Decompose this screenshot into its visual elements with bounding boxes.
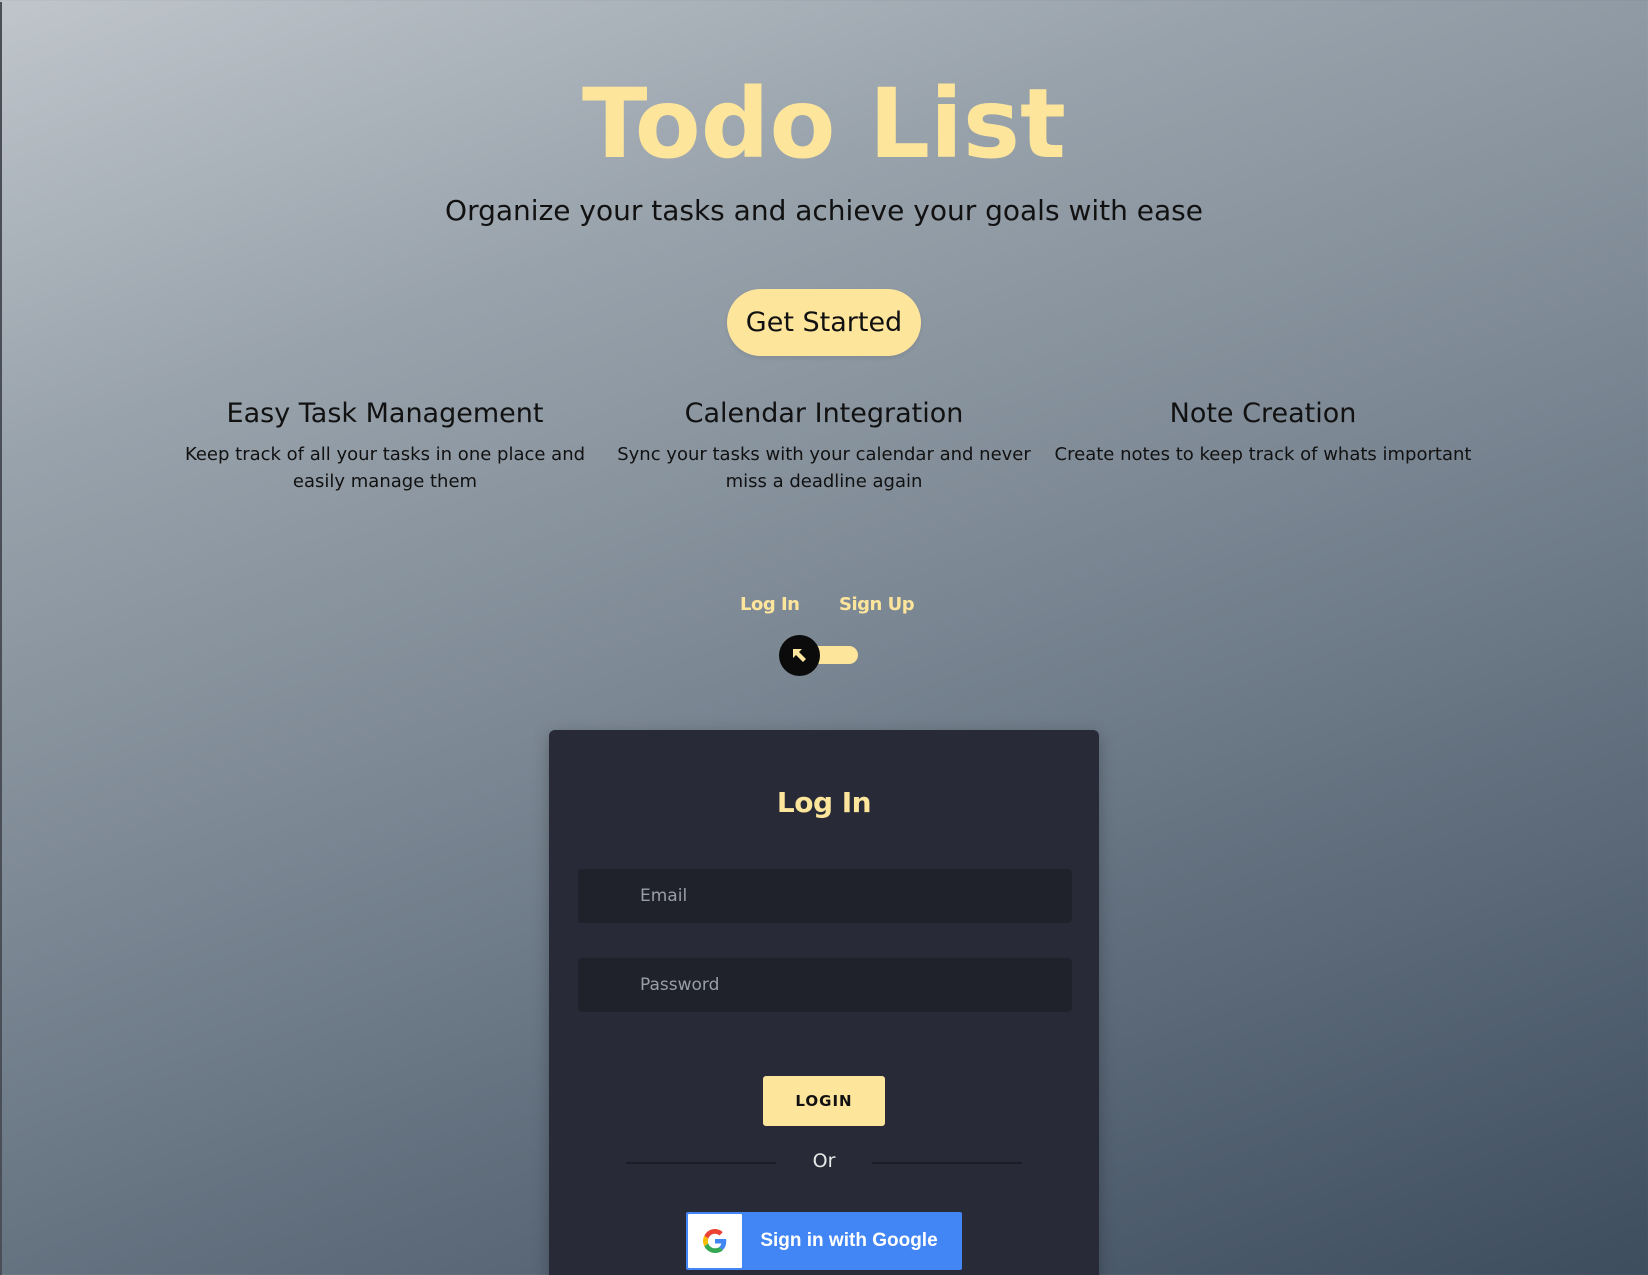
login-card-title: Log In [776,786,872,819]
feature-description: Create notes to keep track of whats impo… [1054,444,1472,465]
feature-title: Calendar Integration [684,398,964,429]
google-logo-icon [703,1229,727,1253]
divider-right [872,1162,1022,1164]
google-signin-label: Sign in with Google [760,1230,938,1251]
auth-toggle-knob[interactable] [779,635,820,676]
feature-title: Note Creation [1169,398,1357,429]
get-started-button[interactable]: Get Started [727,289,921,356]
feature-task-management: Easy Task Management Keep track of all y… [165,398,605,495]
or-divider-text: Or [812,1150,836,1172]
toggle-signup-label[interactable]: Sign Up [839,594,915,615]
password-field[interactable] [578,958,1072,1012]
toggle-login-label[interactable]: Log In [740,594,800,615]
feature-note-creation: Note Creation Create notes to keep track… [1043,398,1483,468]
login-card: Log In LOGIN Or Sign in with Google [549,730,1099,1275]
email-field[interactable] [578,869,1072,923]
page-title: Todo List [582,68,1066,180]
feature-description: Keep track of all your tasks in one plac… [184,444,586,492]
arrow-up-left-icon [792,648,806,662]
feature-title: Easy Task Management [226,398,544,429]
google-signin-button[interactable]: Sign in with Google [686,1212,962,1270]
feature-calendar-integration: Calendar Integration Sync your tasks wit… [604,398,1044,495]
auth-toggle-labels: Log In Sign Up [0,594,1648,620]
features-section: Easy Task Management Keep track of all y… [0,398,1648,508]
feature-description: Sync your tasks with your calendar and n… [617,444,1031,492]
login-button[interactable]: LOGIN [763,1076,885,1126]
page-subtitle: Organize your tasks and achieve your goa… [445,194,1203,227]
google-logo-box [688,1214,742,1268]
